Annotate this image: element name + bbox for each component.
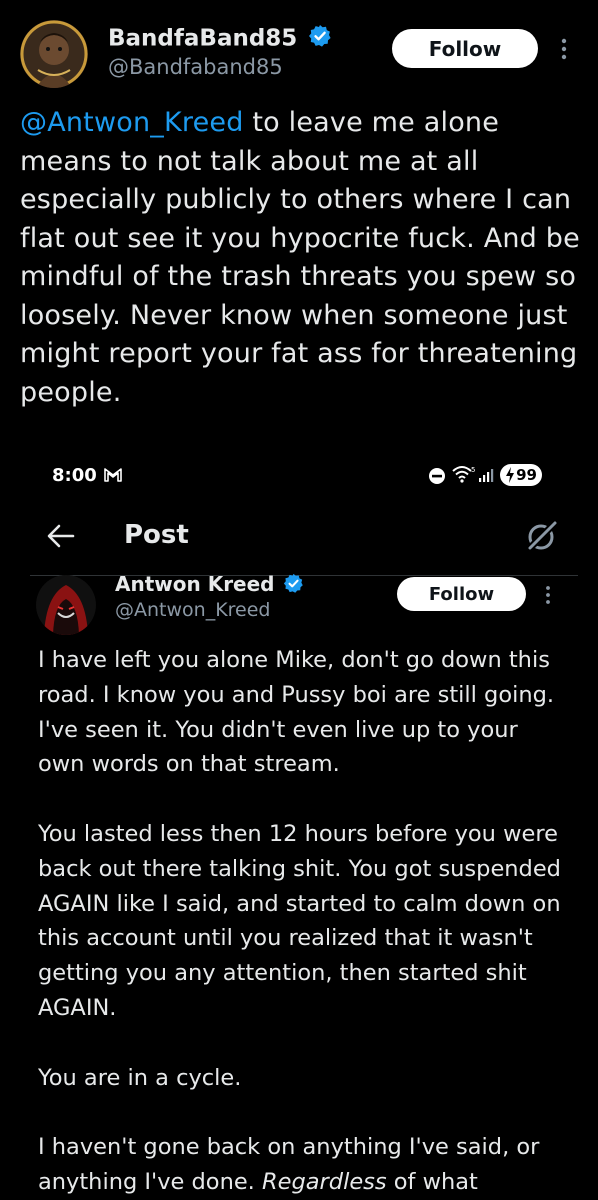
page-title: Post xyxy=(124,520,189,550)
svg-text:5: 5 xyxy=(471,466,475,474)
follow-button[interactable]: Follow xyxy=(397,577,526,611)
tweet-body: to leave me alone means to not talk abou… xyxy=(20,107,580,408)
battery-indicator: 99 xyxy=(500,464,542,486)
grok-icon[interactable] xyxy=(525,519,559,557)
tweet-text: @Antwon_Kreed to leave me alone means to… xyxy=(20,104,580,412)
handle[interactable]: @Bandfaband85 xyxy=(108,55,283,79)
wifi-icon: 5 xyxy=(452,464,476,488)
author-name-row: BandfaBand85 xyxy=(108,24,332,54)
avatar[interactable] xyxy=(20,20,88,88)
display-name[interactable]: Antwon Kreed xyxy=(115,572,275,596)
tweet-text: I have left you alone Mike, don't go dow… xyxy=(38,643,568,1200)
charging-icon xyxy=(505,466,515,490)
header-divider xyxy=(30,575,578,576)
status-time: 8:00 xyxy=(52,465,97,486)
signal-icon xyxy=(478,467,496,487)
more-options-icon[interactable] xyxy=(556,34,572,64)
handle[interactable]: @Antwon_Kreed xyxy=(115,599,271,621)
verified-badge-icon xyxy=(283,573,304,599)
verified-badge-icon xyxy=(308,24,332,54)
paragraph-text: of what xyxy=(386,1168,478,1195)
avatar[interactable] xyxy=(36,575,96,635)
battery-level: 99 xyxy=(516,466,537,484)
emphasized-text: Regardless xyxy=(261,1168,387,1195)
follow-button[interactable]: Follow xyxy=(392,29,538,68)
tweet-paragraph: You are in a cycle. xyxy=(38,1064,242,1091)
gmail-icon xyxy=(103,466,123,488)
more-options-icon[interactable] xyxy=(541,582,555,608)
display-name[interactable]: BandfaBand85 xyxy=(108,26,297,52)
tweet-paragraph: You lasted less then 12 hours before you… xyxy=(38,820,561,1021)
author-name-row: Antwon Kreed xyxy=(115,572,304,599)
back-arrow-icon[interactable] xyxy=(46,522,76,554)
tweet-paragraph: I haven't gone back on anything I've sai… xyxy=(38,1130,568,1200)
tweet-paragraph: I have left you alone Mike, don't go dow… xyxy=(38,647,555,778)
mention-link[interactable]: @Antwon_Kreed xyxy=(20,107,244,138)
do-not-disturb-icon xyxy=(428,467,446,489)
